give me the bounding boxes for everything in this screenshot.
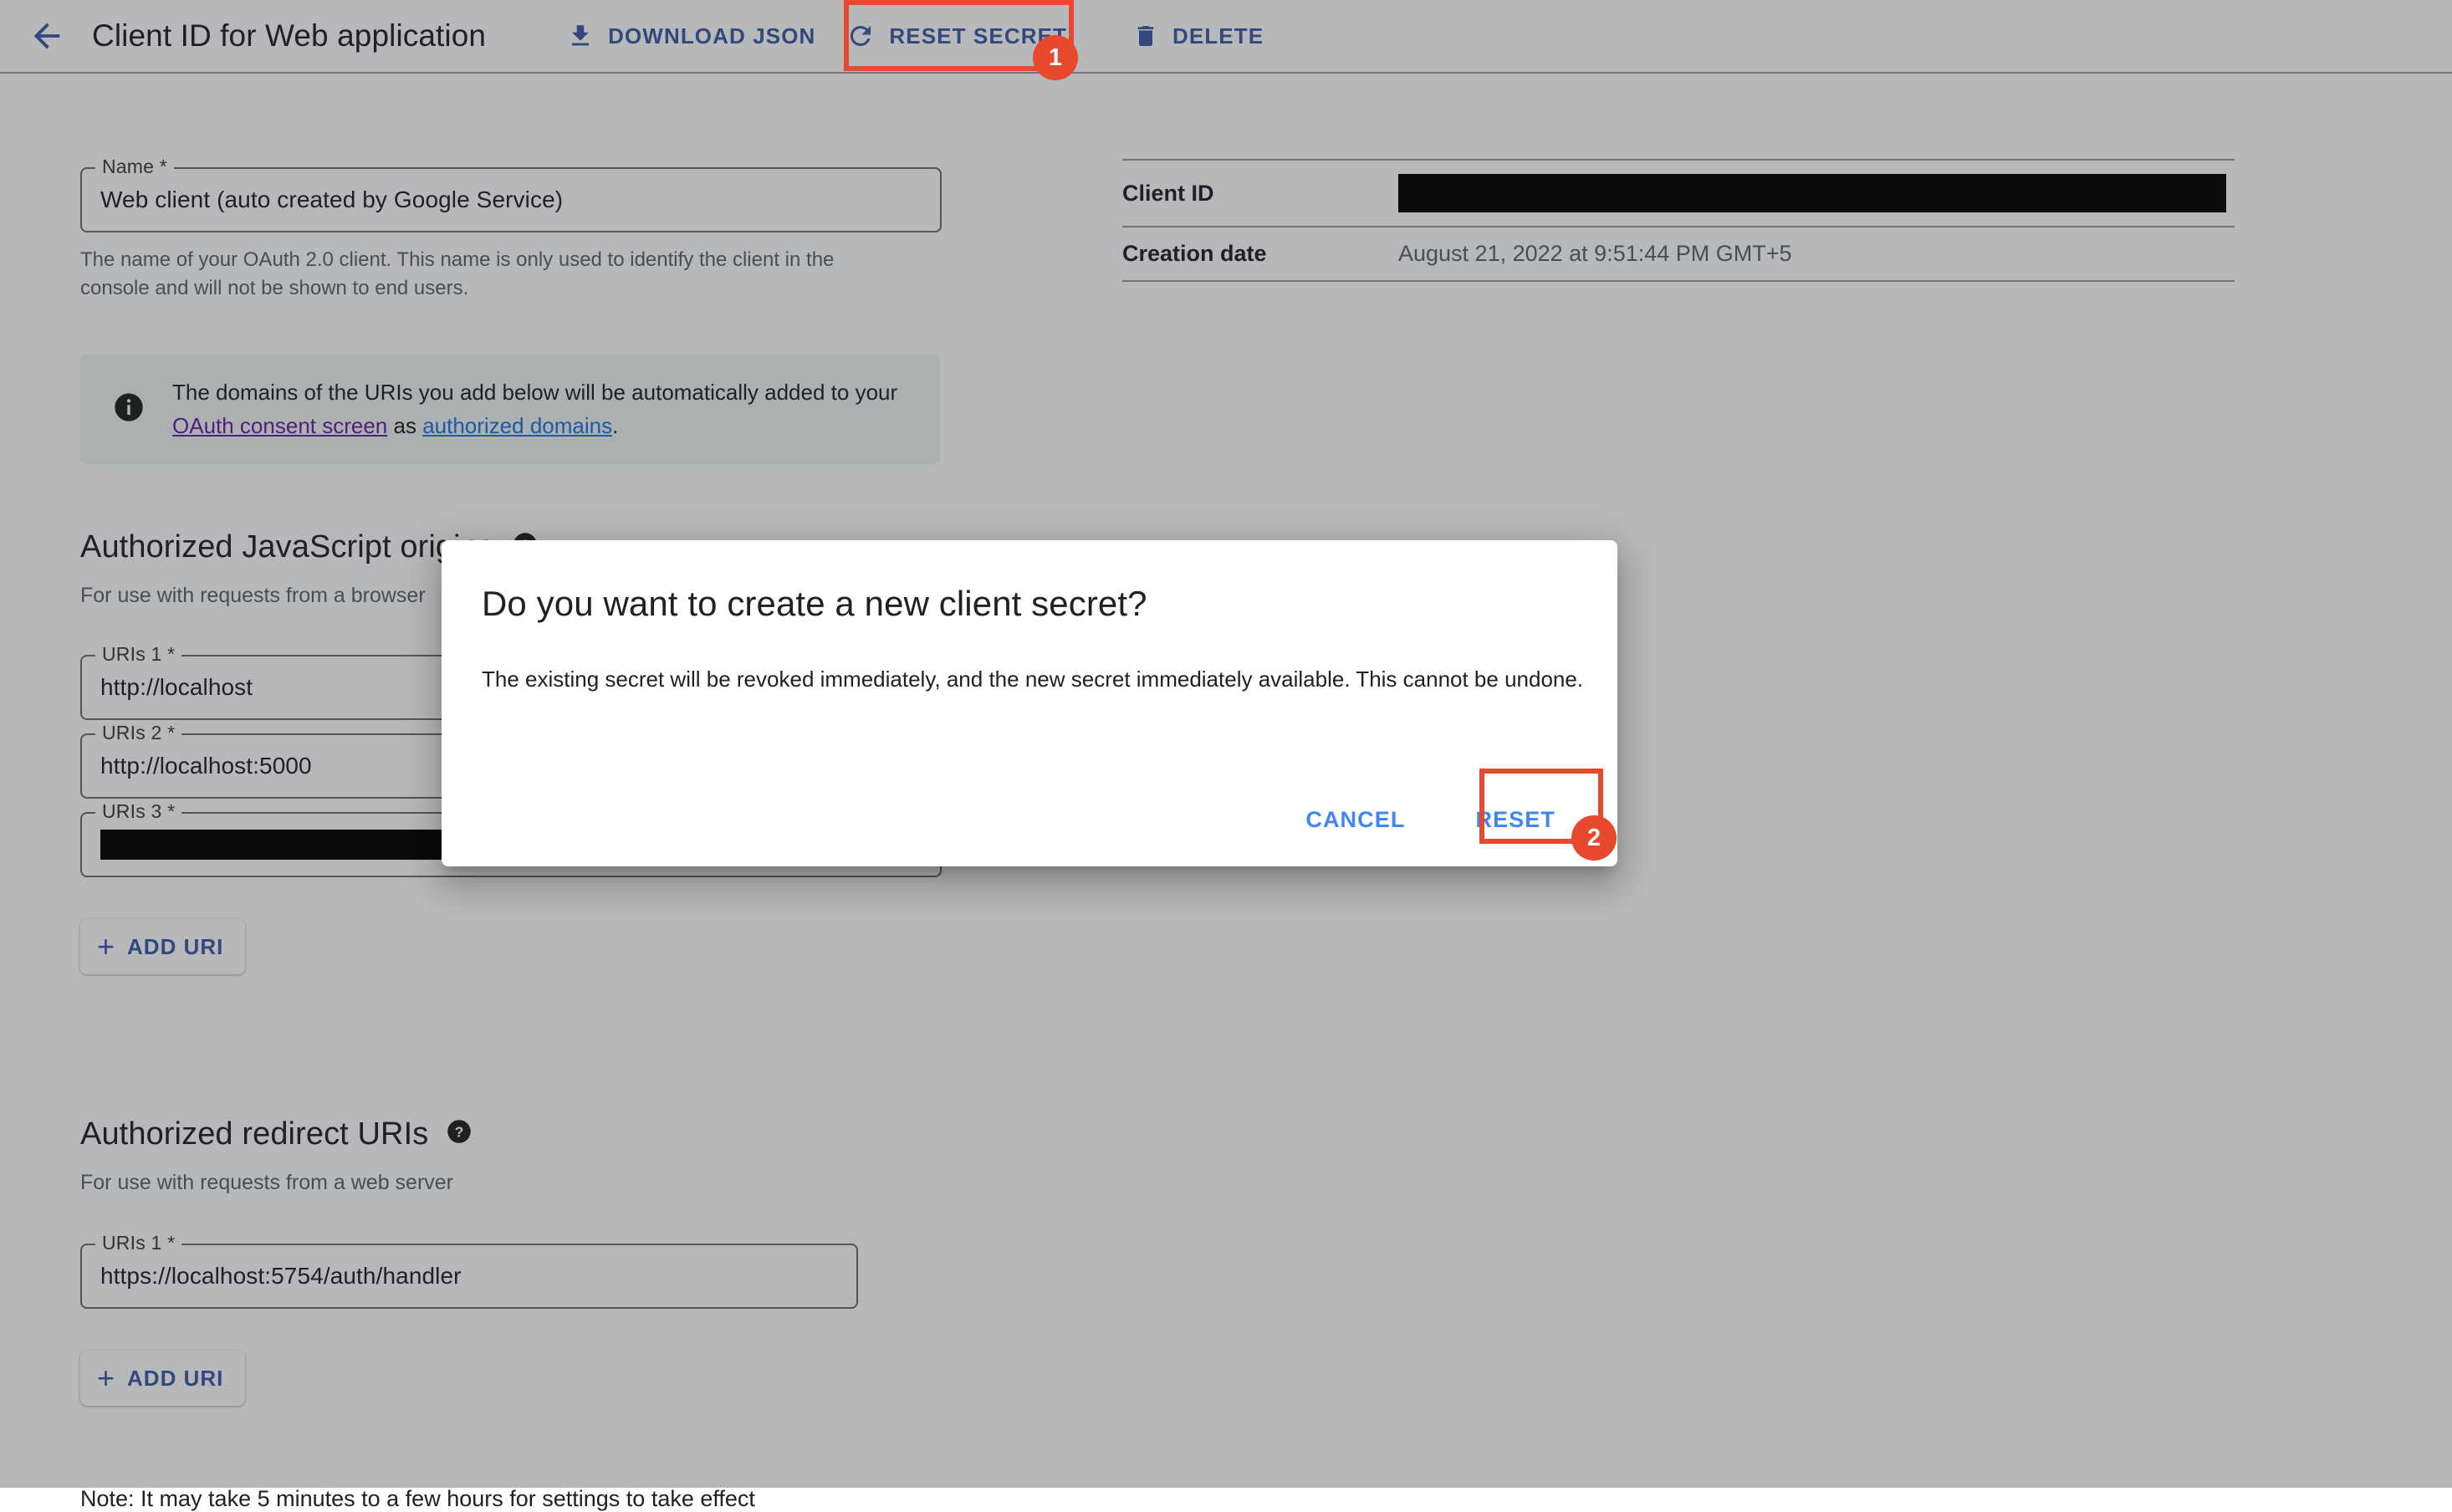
dialog-reset-button[interactable]: RESET — [1453, 793, 1577, 846]
dialog-title: Do you want to create a new client secre… — [482, 584, 1147, 624]
settings-note: Note: It may take 5 minutes to a few hou… — [80, 1486, 942, 1512]
dialog-cancel-button[interactable]: CANCEL — [1284, 793, 1427, 846]
dialog-actions: CANCEL RESET — [1284, 793, 1589, 846]
dialog-body-text: The existing secret will be revoked imme… — [482, 664, 1586, 694]
reset-secret-dialog: Do you want to create a new client secre… — [442, 540, 1617, 866]
